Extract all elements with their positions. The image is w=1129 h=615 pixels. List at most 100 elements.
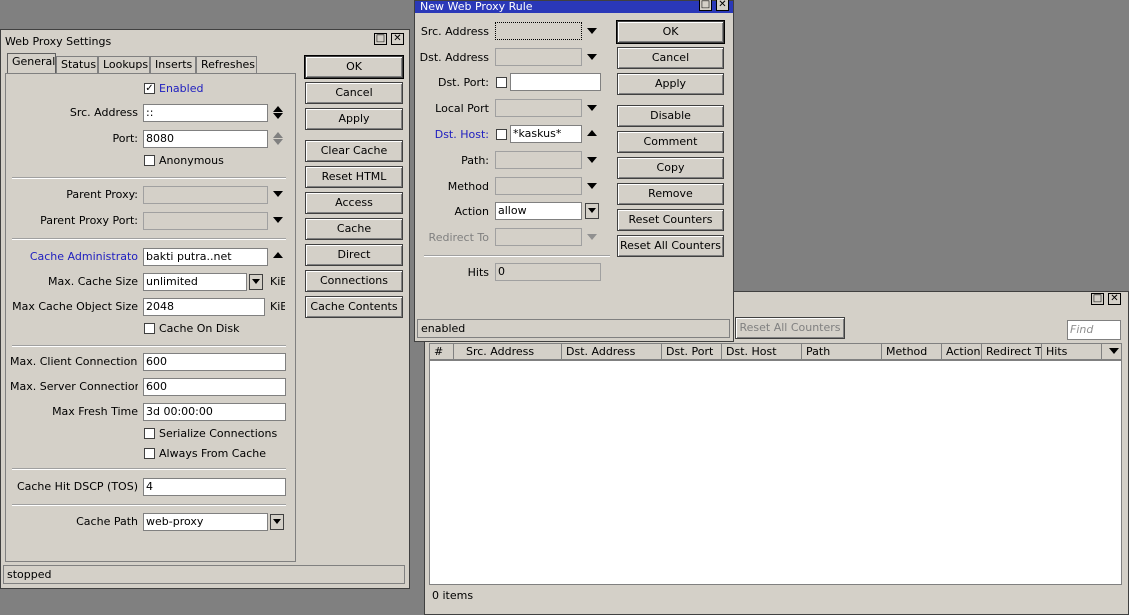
anonymous-label: Anonymous bbox=[159, 154, 224, 167]
col-method[interactable]: Method bbox=[882, 344, 942, 360]
rule-reset-counters-button[interactable]: Reset Counters bbox=[617, 209, 724, 231]
close-icon[interactable]: ✕ bbox=[1108, 293, 1121, 305]
rule-dst-address-dropdown-icon[interactable] bbox=[587, 54, 597, 60]
src-address-down-icon[interactable] bbox=[273, 113, 283, 119]
max-cache-size-dropdown[interactable] bbox=[249, 274, 263, 290]
serialize-connections-checkbox[interactable] bbox=[144, 428, 155, 439]
maximize-icon[interactable]: □ bbox=[374, 33, 387, 45]
enabled-checkbox[interactable]: ✓ bbox=[144, 83, 155, 94]
col-path[interactable]: Path bbox=[802, 344, 882, 360]
rule-path-dropdown-icon[interactable] bbox=[587, 157, 597, 163]
maximize-icon[interactable]: □ bbox=[699, 0, 712, 11]
col-redirect[interactable]: Redirect T bbox=[982, 344, 1042, 360]
clear-cache-button[interactable]: Clear Cache bbox=[305, 140, 403, 162]
col-action[interactable]: Action bbox=[942, 344, 982, 360]
direct-button[interactable]: Direct bbox=[305, 244, 403, 266]
rule-cancel-button[interactable]: Cancel bbox=[617, 47, 724, 69]
rule-src-address-field[interactable] bbox=[495, 22, 582, 40]
col-src-address[interactable]: Src. Address bbox=[462, 344, 562, 360]
rule-reset-all-counters-button[interactable]: Reset All Counters bbox=[617, 235, 724, 257]
rule-titlebar[interactable]: New Web Proxy Rule □ ✕ bbox=[415, 0, 733, 13]
anonymous-checkbox[interactable] bbox=[144, 155, 155, 166]
settings-cancel-button[interactable]: Cancel bbox=[305, 82, 403, 104]
close-icon[interactable]: ✕ bbox=[716, 0, 729, 11]
cache-on-disk-checkbox[interactable] bbox=[144, 323, 155, 334]
rule-disable-button[interactable]: Disable bbox=[617, 105, 724, 127]
rule-local-port-field[interactable] bbox=[495, 99, 582, 117]
parent-proxy-port-label: Parent Proxy Port: bbox=[40, 214, 138, 227]
max-fresh-time-field[interactable]: 3d 00:00:00 bbox=[143, 403, 286, 421]
rule-method-field[interactable] bbox=[495, 177, 582, 195]
col-dst-address[interactable]: Dst. Address bbox=[562, 344, 662, 360]
divider bbox=[12, 345, 286, 347]
columns-dropdown-icon[interactable] bbox=[1109, 348, 1119, 354]
cache-admin-collapse-icon[interactable] bbox=[273, 252, 283, 258]
always-from-cache-checkbox[interactable] bbox=[144, 448, 155, 459]
tab-inserts[interactable]: Inserts bbox=[150, 56, 196, 73]
find-input[interactable]: Find bbox=[1067, 320, 1121, 340]
rule-dst-port-field[interactable] bbox=[510, 73, 601, 91]
col-hits[interactable]: Hits bbox=[1042, 344, 1102, 360]
max-cache-size-field[interactable]: unlimited bbox=[143, 273, 247, 291]
reset-all-counters-button[interactable]: Reset All Counters bbox=[735, 317, 845, 339]
maximize-icon[interactable]: □ bbox=[1091, 293, 1104, 305]
col-index[interactable]: # bbox=[430, 344, 454, 360]
max-cache-object-field[interactable]: 2048 bbox=[143, 298, 265, 316]
rule-method-dropdown-icon[interactable] bbox=[587, 183, 597, 189]
rule-table-body[interactable] bbox=[429, 360, 1122, 585]
cache-contents-button[interactable]: Cache Contents bbox=[305, 296, 403, 318]
rule-copy-button[interactable]: Copy bbox=[617, 157, 724, 179]
rule-dst-host-field[interactable]: *kaskus* bbox=[510, 125, 582, 143]
rule-src-address-dropdown-icon[interactable] bbox=[587, 28, 597, 34]
tab-general[interactable]: General bbox=[7, 53, 56, 73]
max-server-connections-label: Max. Server Connections bbox=[10, 380, 138, 393]
parent-proxy-dropdown-icon[interactable] bbox=[273, 191, 283, 197]
tab-lookups[interactable]: Lookups bbox=[98, 56, 150, 73]
max-server-connections-field[interactable]: 600 bbox=[143, 378, 286, 396]
settings-titlebar[interactable]: Web Proxy Settings □ ✕ bbox=[1, 30, 409, 48]
connections-button[interactable]: Connections bbox=[305, 270, 403, 292]
rule-dst-address-field[interactable] bbox=[495, 48, 582, 66]
rule-dst-host-not-checkbox[interactable] bbox=[496, 129, 507, 140]
rule-status-text: enabled bbox=[421, 322, 466, 335]
src-address-field[interactable]: :: bbox=[143, 104, 268, 122]
rule-apply-button[interactable]: Apply bbox=[617, 73, 724, 95]
max-client-connections-field[interactable]: 600 bbox=[143, 353, 286, 371]
rule-redirect-dropdown-icon[interactable] bbox=[587, 234, 597, 240]
settings-ok-button[interactable]: OK bbox=[305, 56, 403, 78]
tab-refreshes[interactable]: Refreshes bbox=[196, 56, 257, 73]
parent-proxy-port-field[interactable] bbox=[143, 212, 268, 230]
parent-proxy-port-dropdown-icon[interactable] bbox=[273, 217, 283, 223]
tab-status[interactable]: Status bbox=[56, 56, 98, 73]
access-button[interactable]: Access bbox=[305, 192, 403, 214]
rule-comment-button[interactable]: Comment bbox=[617, 131, 724, 153]
rule-local-port-dropdown-icon[interactable] bbox=[587, 105, 597, 111]
close-icon[interactable]: ✕ bbox=[391, 33, 404, 45]
port-down-icon[interactable] bbox=[273, 139, 283, 145]
port-up-icon[interactable] bbox=[273, 132, 283, 138]
rule-dst-port-not-checkbox[interactable] bbox=[496, 77, 507, 88]
settings-status-bar: stopped bbox=[3, 565, 405, 584]
rule-remove-button[interactable]: Remove bbox=[617, 183, 724, 205]
rule-ok-button[interactable]: OK bbox=[617, 21, 724, 43]
src-address-up-icon[interactable] bbox=[273, 106, 283, 112]
reset-html-button[interactable]: Reset HTML bbox=[305, 166, 403, 188]
cache-button[interactable]: Cache bbox=[305, 218, 403, 240]
rule-redirect-field[interactable] bbox=[495, 228, 582, 246]
rule-action-field[interactable]: allow bbox=[495, 202, 582, 220]
cache-hit-dscp-field[interactable]: 4 bbox=[143, 478, 286, 496]
parent-proxy-field[interactable] bbox=[143, 186, 268, 204]
cache-path-field[interactable]: web-proxy bbox=[143, 513, 268, 531]
rule-dst-host-collapse-icon[interactable] bbox=[587, 130, 597, 136]
rule-redirect-label: Redirect To bbox=[428, 231, 489, 244]
col-dst-host[interactable]: Dst. Host bbox=[722, 344, 802, 360]
rule-list-status: 0 items bbox=[432, 589, 474, 602]
rule-hits-field: 0 bbox=[495, 263, 601, 281]
port-field[interactable]: 8080 bbox=[143, 130, 268, 148]
cache-admin-field[interactable]: bakti putra..net bbox=[143, 248, 268, 266]
col-dst-port[interactable]: Dst. Port bbox=[662, 344, 722, 360]
rule-path-field[interactable] bbox=[495, 151, 582, 169]
settings-apply-button[interactable]: Apply bbox=[305, 108, 403, 130]
cache-path-dropdown[interactable] bbox=[270, 514, 284, 530]
rule-action-dropdown[interactable] bbox=[585, 203, 599, 219]
